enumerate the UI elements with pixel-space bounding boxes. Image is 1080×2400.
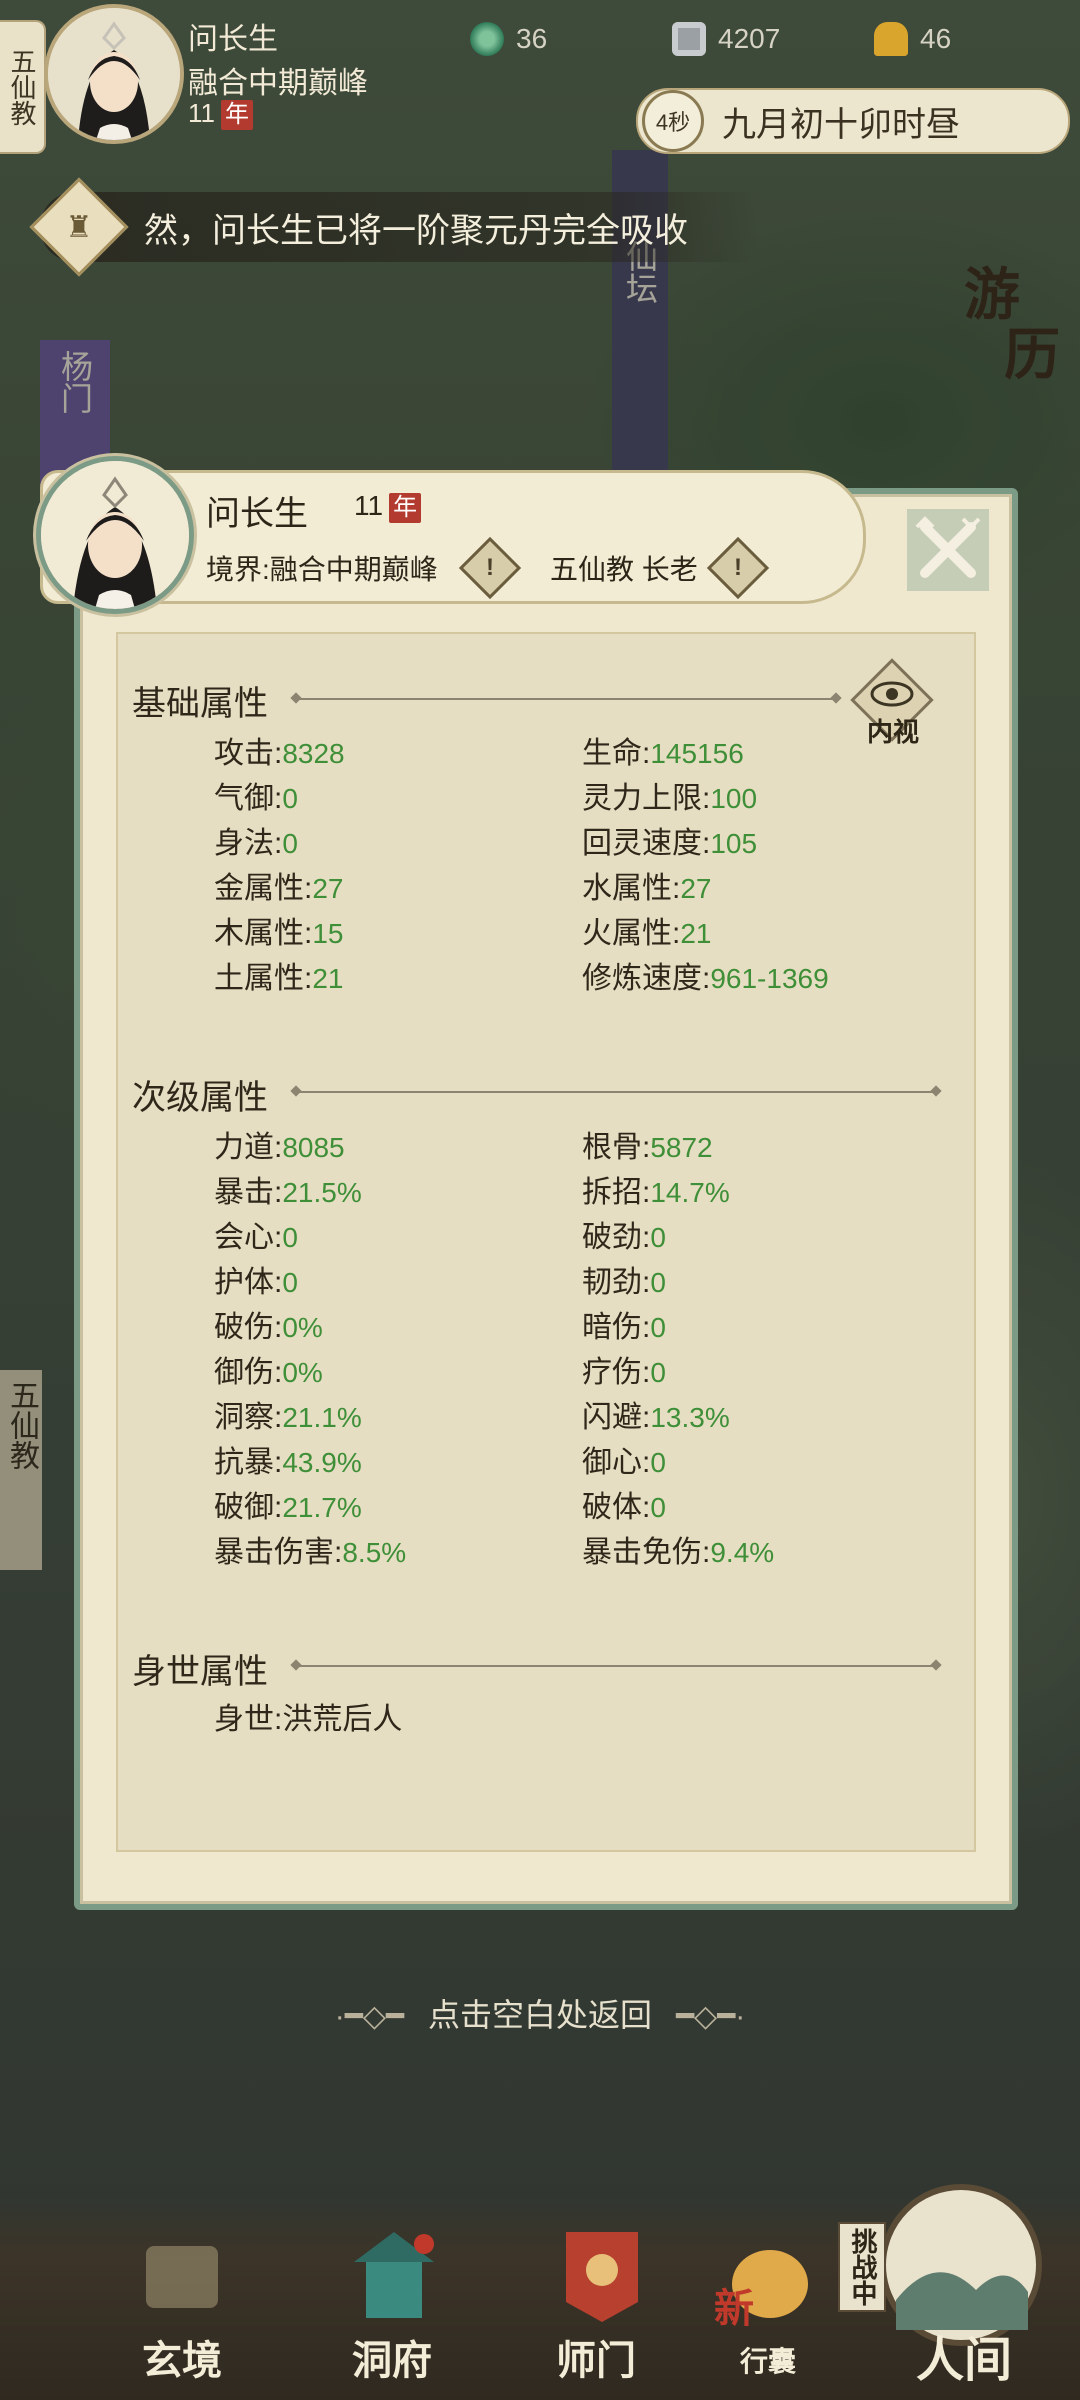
attr-crit: 暴击:21.5% [214, 1176, 362, 1209]
new-badge: 新 [714, 2285, 754, 2332]
return-hint[interactable]: ·━◇━ 点击空白处返回 ━◇━· [0, 1990, 1080, 2036]
realm-label: 境界: [206, 554, 270, 585]
profile-realm: 境界:融合中期巅峰 [206, 548, 438, 588]
sect-banner-icon [566, 2232, 638, 2322]
attr-qi-defense: 气御:0 [214, 782, 298, 815]
time-seconds: 4秒 [642, 90, 704, 152]
nav-xuanjing[interactable]: 玄境 [142, 2328, 222, 2386]
coin-icon [672, 22, 706, 56]
resource-jade[interactable]: 36 [470, 22, 547, 56]
attr-metal: 金属性:27 [214, 872, 344, 905]
close-button[interactable] [900, 502, 996, 598]
attr-constitution: 根骨:5872 [582, 1131, 713, 1164]
gold-ingot-icon [874, 22, 908, 56]
attr-break-wound: 破伤:0% [214, 1311, 323, 1344]
secondary-attributes-title: 次级属性 [132, 1079, 268, 1117]
notice-bar[interactable]: ♜ 然，问长生已将一阶聚元丹完全吸收 [29, 177, 760, 277]
notice-text: 然，问长生已将一阶聚元丹完全吸收 [144, 211, 688, 250]
basic-attributes-title: 基础属性 [132, 685, 268, 723]
sect-tab[interactable]: 五仙教 [0, 20, 46, 154]
resource-coin[interactable]: 4207 [672, 22, 780, 56]
attr-tenacity: 韧劲:0 [582, 1266, 666, 1299]
challenge-badge: 挑战中 [838, 2222, 886, 2312]
ornament-left-icon: ·━◇━ [334, 2000, 404, 2033]
attr-crit-resist: 抗暴:43.9% [214, 1446, 362, 1479]
resource-gold[interactable]: 46 [874, 22, 951, 56]
attr-agility: 身法:0 [214, 827, 298, 860]
profile-nian-badge: 年 [389, 493, 422, 523]
section-divider [296, 1665, 936, 1667]
attr-heal-wound: 疗伤:0 [582, 1356, 666, 1389]
section-divider [296, 1091, 936, 1093]
close-icon [907, 509, 989, 591]
attr-strength: 力道:8085 [214, 1131, 345, 1164]
profile-age-value: 11 [354, 490, 384, 521]
attr-crit-reduction: 暴击免伤:9.4% [582, 1536, 775, 1569]
origin-attributes-title: 身世属性 [132, 1653, 268, 1691]
section-divider [296, 698, 836, 700]
attr-break-body: 破体:0 [582, 1491, 666, 1524]
attr-spirit-max: 灵力上限:100 [582, 782, 758, 815]
game-time-text: 九月初十卯时昼 [722, 105, 960, 144]
attr-cultivation-speed: 修炼速度:961-1369 [582, 962, 829, 995]
player-age-value: 11 [188, 98, 215, 128]
nav-dongfu[interactable]: 洞府 [352, 2328, 432, 2386]
attr-fire: 火属性:21 [582, 917, 712, 950]
attr-attack: 攻击:8328 [214, 737, 345, 770]
attr-defend-wound: 御伤:0% [214, 1356, 323, 1389]
player-name: 问长生 [188, 23, 278, 56]
profile-sect: 五仙教 长老 [550, 554, 698, 585]
inner-view-label: 内视 [866, 717, 919, 747]
profile-avatar [36, 456, 194, 614]
jade-icon [470, 22, 504, 56]
attr-origin: 身世:洪荒后人 [214, 1703, 403, 1736]
attr-dodge: 闪避:13.3% [582, 1401, 730, 1434]
game-time-display[interactable]: 4秒 九月初十卯时昼 [636, 88, 1070, 154]
attr-perception: 洞察:21.1% [214, 1401, 362, 1434]
attr-insight: 会心:0 [214, 1221, 298, 1254]
attr-break-tenacity: 破劲:0 [582, 1221, 666, 1254]
nav-xingnang[interactable]: 行囊 [740, 2340, 796, 2380]
attr-earth: 土属性:21 [214, 962, 344, 995]
nian-badge: 年 [221, 100, 253, 130]
ornament-right-icon: ━◇━· [676, 2000, 746, 2033]
player-age: 11 年 [188, 98, 253, 130]
scroll-icon [146, 2246, 218, 2308]
attr-life: 生命:145156 [582, 737, 744, 770]
attr-wood: 木属性:15 [214, 917, 344, 950]
nav-shimen[interactable]: 师门 [556, 2328, 636, 2386]
attr-mind-guard: 御心:0 [582, 1446, 666, 1479]
realm-value: 融合中期巅峰 [269, 554, 438, 585]
attr-crit-damage: 暴击伤害:8.5% [214, 1536, 407, 1569]
attr-guard: 护体:0 [214, 1266, 298, 1299]
attr-break-defense: 破御:21.7% [214, 1491, 362, 1524]
nav-renjian[interactable]: 人间 [916, 2320, 1012, 2390]
attr-water: 水属性:27 [582, 872, 712, 905]
attr-spirit-regen: 回灵速度:105 [582, 827, 758, 860]
attr-parry: 拆招:14.7% [582, 1176, 730, 1209]
attr-hidden-wound: 暗伤:0 [582, 1311, 666, 1344]
profile-age: 11 年 [354, 490, 422, 523]
player-realm: 融合中期巅峰 [188, 67, 368, 100]
player-avatar[interactable] [44, 4, 184, 144]
cave-pavilion-icon [354, 2232, 434, 2318]
profile-name: 问长生 [206, 495, 308, 533]
